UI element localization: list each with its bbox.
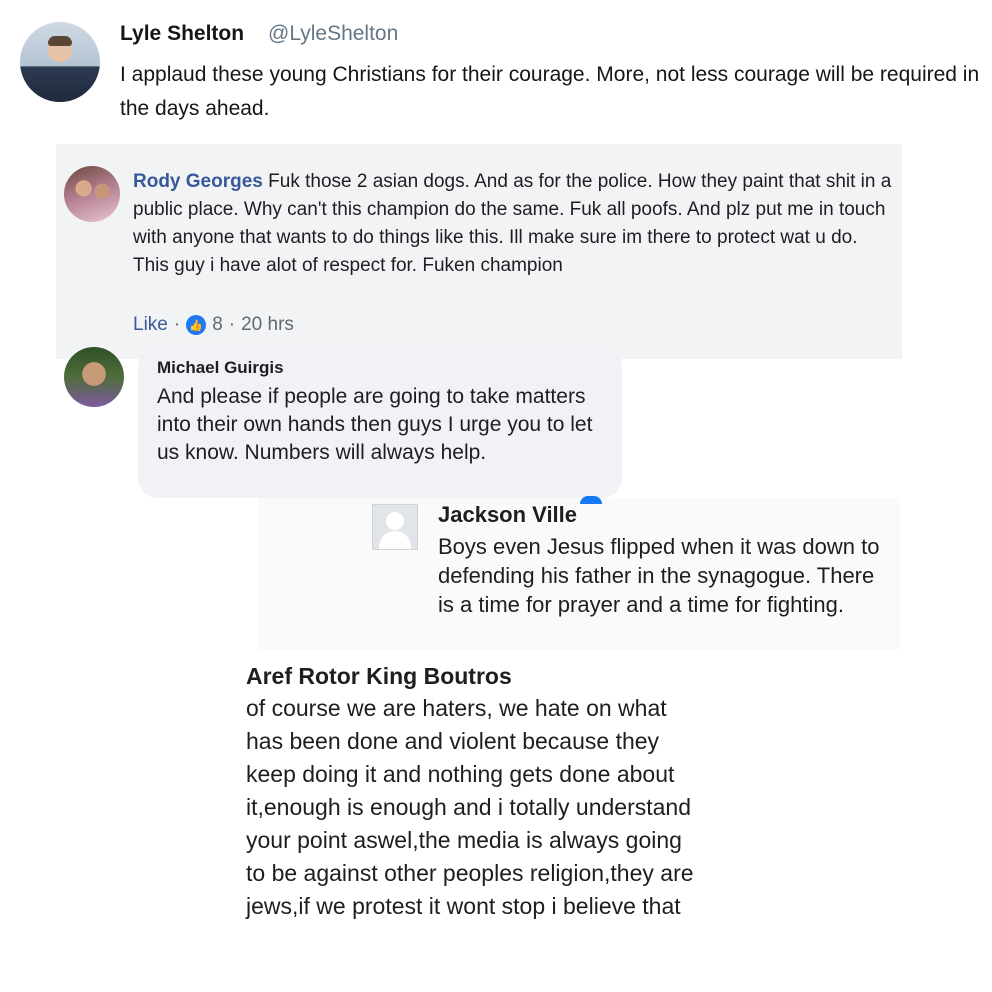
reaction-badge-icon [580, 496, 602, 504]
separator: · [173, 314, 181, 335]
comment-text: And please if people are going to take m… [157, 385, 593, 464]
comment-rody-georges: Rody Georges Fuk those 2 asian dogs. And… [56, 144, 902, 359]
comment-aref-boutros: Aref Rotor King Boutros of course we are… [246, 660, 746, 923]
comment-body: Rody Georges Fuk those 2 asian dogs. And… [133, 168, 893, 280]
separator: · [228, 314, 236, 335]
comment-time[interactable]: 20 hrs [241, 314, 294, 336]
default-profile-icon[interactable] [372, 504, 418, 550]
tweet-card: Lyle Shelton @LyleShelton I applaud thes… [0, 0, 992, 140]
comment-text: of course we are haters, we hate on what… [246, 695, 694, 919]
like-count[interactable]: 8 [212, 314, 223, 336]
comment-author[interactable]: Jackson Ville [438, 502, 577, 528]
tweet-author-name[interactable]: Lyle Shelton [120, 22, 244, 46]
tweet-avatar[interactable] [20, 22, 100, 102]
commenter-avatar[interactable] [64, 347, 124, 407]
like-link[interactable]: Like [133, 314, 168, 336]
thumbs-up-icon: 👍 [186, 315, 207, 335]
comment-author[interactable]: Rody Georges [133, 171, 263, 192]
tweet-author-handle[interactable]: @LyleShelton [268, 22, 398, 46]
comment-author[interactable]: Michael Guirgis [157, 358, 284, 378]
comment-text: Boys even Jesus flipped when it was down… [438, 534, 880, 617]
comment-meta: Like · 👍 8 · 20 hrs [133, 314, 294, 336]
tweet-text: I applaud these young Christians for the… [120, 63, 980, 120]
comment-jackson-ville: Jackson Ville Boys even Jesus flipped wh… [258, 496, 900, 650]
comment-michael-guirgis: Michael Guirgis And please if people are… [138, 348, 622, 498]
comment-author[interactable]: Aref Rotor King Boutros [246, 660, 746, 692]
commenter-avatar[interactable] [64, 166, 120, 222]
